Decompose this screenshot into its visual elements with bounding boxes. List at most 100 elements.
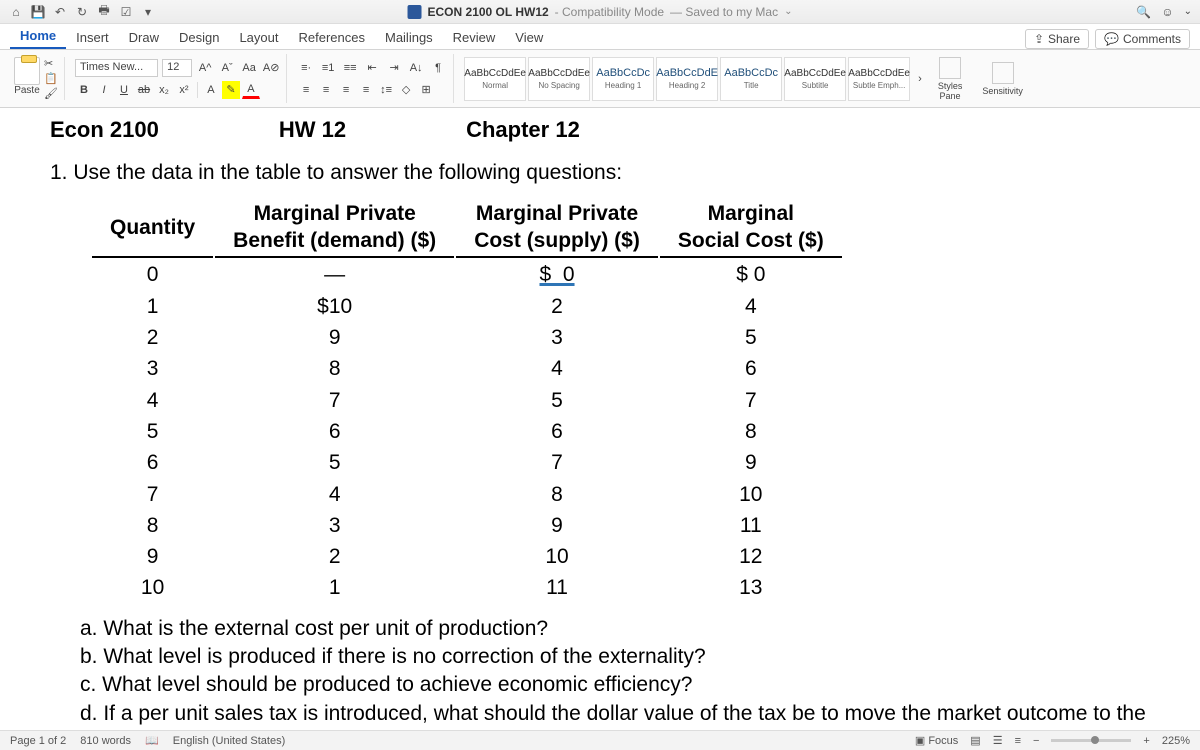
clear-format-icon[interactable]: A⊘ <box>262 59 280 77</box>
table-cell: 6 <box>92 448 213 477</box>
align-center-icon[interactable]: ≡ <box>317 81 335 99</box>
home-icon[interactable]: ⌂ <box>8 4 24 20</box>
text-effects-icon[interactable]: A <box>202 81 220 99</box>
italic-button[interactable]: I <box>95 81 113 99</box>
undo-icon[interactable]: ↶ <box>52 4 68 20</box>
style-tile-heading-1[interactable]: AaBbCcDcHeading 1 <box>592 57 654 101</box>
table-cell: 10 <box>660 480 842 509</box>
comments-button[interactable]: 💬Comments <box>1095 29 1190 49</box>
superscript-button[interactable]: x² <box>175 81 193 99</box>
style-tile-normal[interactable]: AaBbCcDdEeNormal <box>464 57 526 101</box>
styles-pane-icon <box>939 57 961 79</box>
font-size-select[interactable]: 12 <box>162 59 192 77</box>
search-icon[interactable]: 🔍 <box>1136 5 1151 19</box>
paragraph-mark-icon[interactable]: ¶ <box>429 59 447 77</box>
sort-icon[interactable]: A↓ <box>407 59 425 77</box>
zoom-in-icon[interactable]: + <box>1143 735 1149 747</box>
focus-mode-button[interactable]: ▣ Focus <box>915 734 958 747</box>
multilevel-icon[interactable]: ≡≡ <box>341 59 359 77</box>
comments-label: Comments <box>1123 32 1181 46</box>
table-cell: 0 <box>92 260 213 289</box>
bold-button[interactable]: B <box>75 81 93 99</box>
zoom-out-icon[interactable]: − <box>1033 735 1039 747</box>
paste-icon[interactable] <box>14 57 40 85</box>
view-icon-1[interactable]: ▤ <box>970 734 980 747</box>
table-cell: 7 <box>215 386 454 415</box>
justify-icon[interactable]: ≡ <box>357 81 375 99</box>
zoom-slider[interactable] <box>1051 739 1131 742</box>
styles-pane-button[interactable]: Styles Pane <box>930 57 971 101</box>
styles-more-icon[interactable]: › <box>914 73 926 85</box>
table-row: 2935 <box>92 323 842 352</box>
table-cell: 13 <box>660 573 842 602</box>
font-color-icon[interactable]: A <box>242 81 260 99</box>
table-cell: 5 <box>215 448 454 477</box>
line-spacing-icon[interactable]: ↕≡ <box>377 81 395 99</box>
document-filename: ECON 2100 OL HW12 <box>428 5 549 19</box>
language-indicator[interactable]: English (United States) <box>173 735 286 747</box>
qat-dropdown-icon[interactable]: ▾ <box>140 4 156 20</box>
redo-icon[interactable]: ↻ <box>74 4 90 20</box>
highlight-icon[interactable]: ✎ <box>222 81 240 99</box>
style-tile-subtitle[interactable]: AaBbCcDdEeSubtitle <box>784 57 846 101</box>
tab-references[interactable]: References <box>289 26 375 49</box>
tab-home[interactable]: Home <box>10 24 66 49</box>
underline-button[interactable]: U <box>115 81 133 99</box>
page-indicator[interactable]: Page 1 of 2 <box>10 735 66 747</box>
chevron-down-icon[interactable]: ⌄ <box>784 6 792 17</box>
table-cell: 9 <box>456 511 658 540</box>
tab-draw[interactable]: Draw <box>119 26 169 49</box>
sensitivity-button[interactable]: Sensitivity <box>974 62 1031 96</box>
table-cell: 2 <box>215 542 454 571</box>
numbering-icon[interactable]: ≡1 <box>319 59 337 77</box>
tab-mailings[interactable]: Mailings <box>375 26 443 49</box>
style-tile-subtle-emph-[interactable]: AaBbCcDdEeSubtle Emph... <box>848 57 910 101</box>
shading-icon[interactable]: ◇ <box>397 81 415 99</box>
view-icon-3[interactable]: ≡ <box>1015 735 1021 747</box>
quick-access-toolbar: ⌂ 💾 ↶ ↻ 🖶 ☑ ▾ <box>8 4 156 20</box>
table-cell: 8 <box>660 417 842 446</box>
increase-font-icon[interactable]: A^ <box>196 59 214 77</box>
zoom-level[interactable]: 225% <box>1162 735 1190 747</box>
copy-icon[interactable]: 📋 <box>44 72 58 85</box>
ribbon-tabs: Home Insert Draw Design Layout Reference… <box>0 24 1200 50</box>
chevron-down-icon[interactable]: ⌄ <box>1184 6 1192 17</box>
strike-button[interactable]: ab <box>135 81 153 99</box>
subscript-button[interactable]: x₂ <box>155 81 173 99</box>
cut-icon[interactable]: ✂ <box>44 57 58 70</box>
style-tile-no-spacing[interactable]: AaBbCcDdEeNo Spacing <box>528 57 590 101</box>
share-button[interactable]: ⇪Share <box>1025 29 1089 49</box>
view-icon-2[interactable]: ☰ <box>993 734 1003 747</box>
compat-mode-label: - Compatibility Mode <box>555 5 664 19</box>
tab-layout[interactable]: Layout <box>229 26 288 49</box>
style-tile-title[interactable]: AaBbCcDcTitle <box>720 57 782 101</box>
smiley-icon[interactable]: ☺ <box>1161 5 1173 19</box>
font-name-select[interactable]: Times New... <box>75 59 158 77</box>
styles-gallery[interactable]: AaBbCcDdEeNormalAaBbCcDdEeNo SpacingAaBb… <box>464 57 910 101</box>
print-icon[interactable]: 🖶 <box>96 4 112 20</box>
table-cell: 6 <box>215 417 454 446</box>
document-page[interactable]: Econ 2100 HW 12 Chapter 12 1. Use the da… <box>50 116 1150 730</box>
align-right-icon[interactable]: ≡ <box>337 81 355 99</box>
borders-icon[interactable]: ⊞ <box>417 81 435 99</box>
check-icon[interactable]: ☑ <box>118 4 134 20</box>
decrease-indent-icon[interactable]: ⇤ <box>363 59 381 77</box>
share-icon: ⇪ <box>1034 32 1044 46</box>
format-painter-icon[interactable]: 🖌 <box>44 87 58 100</box>
increase-indent-icon[interactable]: ⇥ <box>385 59 403 77</box>
table-cell: — <box>215 260 454 289</box>
align-left-icon[interactable]: ≡ <box>297 81 315 99</box>
change-case-icon[interactable]: Aa <box>240 59 258 77</box>
spellcheck-icon[interactable]: 📖 <box>145 734 159 747</box>
save-icon[interactable]: 💾 <box>30 4 46 20</box>
tab-view[interactable]: View <box>505 26 553 49</box>
decrease-font-icon[interactable]: Aˇ <box>218 59 236 77</box>
tab-review[interactable]: Review <box>443 26 506 49</box>
tab-design[interactable]: Design <box>169 26 229 49</box>
bullets-icon[interactable]: ≡· <box>297 59 315 77</box>
tab-insert[interactable]: Insert <box>66 26 119 49</box>
document-area[interactable]: Econ 2100 HW 12 Chapter 12 1. Use the da… <box>0 108 1200 730</box>
style-tile-heading-2[interactable]: AaBbCcDdEHeading 2 <box>656 57 718 101</box>
table-cell: 7 <box>456 448 658 477</box>
word-count[interactable]: 810 words <box>80 735 131 747</box>
